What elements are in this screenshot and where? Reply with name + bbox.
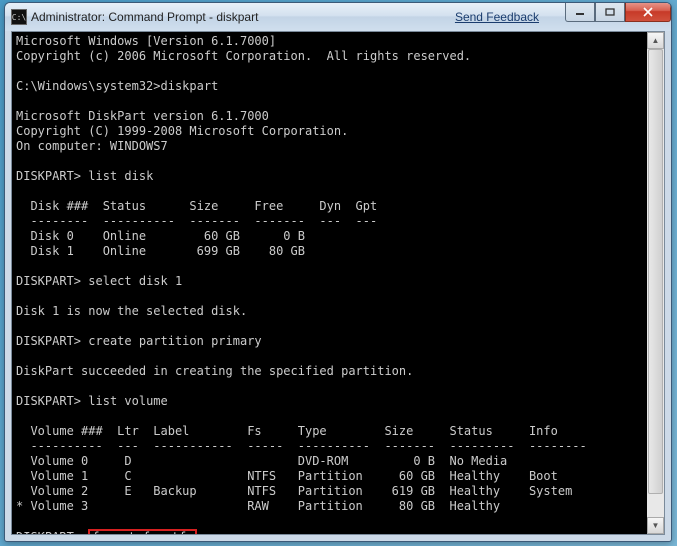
- diskpart-prompt: DISKPART>: [16, 169, 81, 183]
- diskpart-prompt: DISKPART>: [16, 530, 81, 534]
- os-copyright-line: Copyright (c) 2006 Microsoft Corporation…: [16, 49, 471, 63]
- volume-row: * Volume 3 RAW Partition 80 GB Healthy: [16, 499, 500, 513]
- disk-row: Disk 1 Online 699 GB 80 GB: [16, 244, 305, 258]
- cmd-icon: C:\: [11, 9, 27, 25]
- command-prompt-window: C:\ Administrator: Command Prompt - disk…: [4, 2, 672, 542]
- cmd-format-highlighted: format fs=ntfs: [88, 529, 197, 534]
- diskpart-version: Microsoft DiskPart version 6.1.7000: [16, 109, 269, 123]
- cmd-diskpart: diskpart: [161, 79, 219, 93]
- diskpart-prompt: DISKPART>: [16, 394, 81, 408]
- shell-prompt: C:\Windows\system32>: [16, 79, 161, 93]
- volume-table-divider: ---------- --- ----------- ----- -------…: [16, 439, 587, 453]
- disk-table-header: Disk ### Status Size Free Dyn Gpt: [16, 199, 377, 213]
- disk-table-divider: -------- ---------- ------- ------- --- …: [16, 214, 377, 228]
- window-title: Administrator: Command Prompt - diskpart: [31, 10, 258, 24]
- volume-row: Volume 1 C NTFS Partition 60 GB Healthy …: [16, 469, 558, 483]
- scroll-down-button[interactable]: ▼: [647, 517, 664, 534]
- volume-row: Volume 0 D DVD-ROM 0 B No Media: [16, 454, 507, 468]
- cmd-list-volume: list volume: [88, 394, 167, 408]
- scrollbar-thumb[interactable]: [648, 49, 663, 494]
- scroll-up-button[interactable]: ▲: [647, 32, 664, 49]
- volume-table-header: Volume ### Ltr Label Fs Type Size Status…: [16, 424, 558, 438]
- diskpart-prompt: DISKPART>: [16, 334, 81, 348]
- diskpart-prompt: DISKPART>: [16, 274, 81, 288]
- minimize-button[interactable]: [565, 2, 595, 22]
- maximize-button[interactable]: [595, 2, 625, 22]
- select-disk-result: Disk 1 is now the selected disk.: [16, 304, 247, 318]
- vertical-scrollbar[interactable]: ▲ ▼: [647, 32, 664, 534]
- os-version-line: Microsoft Windows [Version 6.1.7000]: [16, 34, 276, 48]
- cmd-list-disk: list disk: [88, 169, 153, 183]
- disk-row: Disk 0 Online 60 GB 0 B: [16, 229, 305, 243]
- window-controls: [565, 2, 671, 22]
- scrollbar-track[interactable]: [647, 49, 664, 517]
- console-output[interactable]: Microsoft Windows [Version 6.1.7000] Cop…: [12, 32, 647, 534]
- volume-row: Volume 2 E Backup NTFS Partition 619 GB …: [16, 484, 572, 498]
- diskpart-computer: On computer: WINDOWS7: [16, 139, 168, 153]
- cmd-select-disk: select disk 1: [88, 274, 182, 288]
- console-frame: Microsoft Windows [Version 6.1.7000] Cop…: [11, 31, 665, 535]
- create-partition-result: DiskPart succeeded in creating the speci…: [16, 364, 413, 378]
- diskpart-copyright: Copyright (C) 1999-2008 Microsoft Corpor…: [16, 124, 348, 138]
- close-button[interactable]: [625, 2, 671, 22]
- send-feedback-link[interactable]: Send Feedback: [455, 10, 539, 24]
- cmd-create-partition: create partition primary: [88, 334, 261, 348]
- titlebar[interactable]: C:\ Administrator: Command Prompt - disk…: [5, 3, 671, 31]
